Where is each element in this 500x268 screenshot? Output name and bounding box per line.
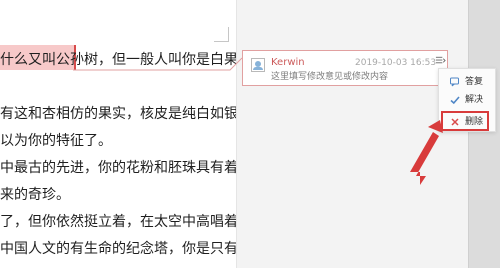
comment-context-menu: 答复 解决 删除	[438, 68, 496, 132]
page-corner-mark	[214, 27, 229, 42]
comment-author: Kerwin	[271, 57, 305, 68]
avatar-icon	[251, 58, 265, 72]
word-document-window: 什么又叫公孙树，但一般人叫你是白果，那是容 有这和杏相仿的果实，核皮是纯白如银，…	[0, 0, 500, 268]
reply-icon	[449, 76, 461, 88]
comment-margin	[236, 0, 469, 268]
comment-text[interactable]: 这里填写修改意见或修改内容	[271, 71, 388, 83]
delete-menu-item[interactable]: 删除	[439, 111, 497, 131]
comment-menu-icon[interactable]	[435, 55, 446, 66]
document-page: 什么又叫公孙树，但一般人叫你是白果，那是容 有这和杏相仿的果实，核皮是纯白如银，…	[0, 0, 294, 268]
vertical-scrollbar[interactable]	[468, 0, 500, 268]
check-icon	[449, 94, 461, 106]
comment-timestamp: 2019-10-03 16:53	[355, 58, 437, 68]
reply-label: 答复	[465, 77, 484, 87]
reply-menu-item[interactable]: 答复	[439, 73, 497, 91]
comment-card[interactable]: Kerwin 2019-10-03 16:53 这里填写修改意见或修改内容	[242, 50, 448, 86]
document-line-3: 以为你的特征了。	[0, 133, 112, 149]
resolve-menu-item[interactable]: 解决	[439, 91, 497, 109]
document-line-5: 来的奇珍。	[0, 187, 70, 203]
close-icon	[449, 116, 461, 128]
resolve-label: 解决	[465, 95, 484, 105]
delete-label: 删除	[465, 117, 484, 127]
